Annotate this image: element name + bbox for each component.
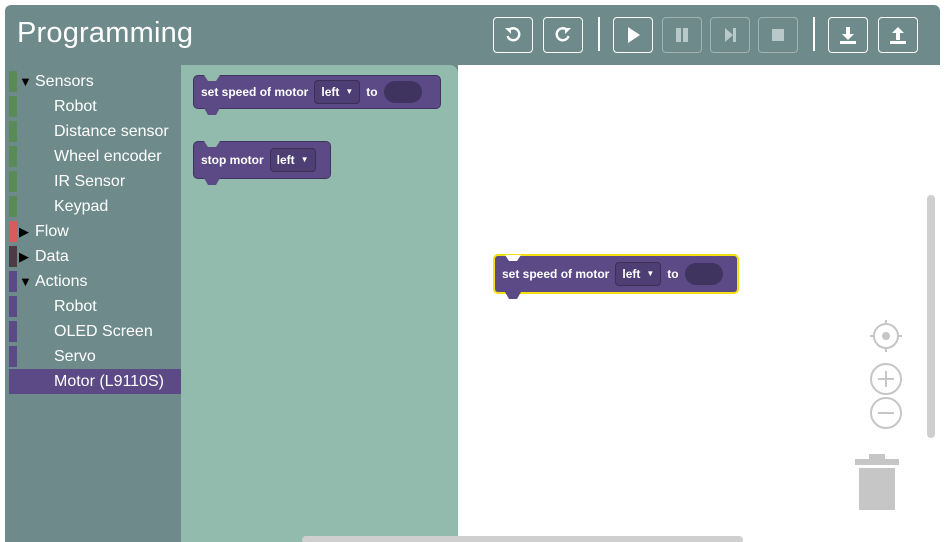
category-color-bar: [9, 196, 17, 217]
expanded-arrow-icon[interactable]: ▼: [19, 269, 32, 294]
undo-button[interactable]: [493, 17, 533, 53]
block-notch: [505, 255, 521, 261]
toolbox-item-label: Robot: [54, 298, 97, 315]
download-button[interactable]: [828, 17, 868, 53]
dropdown-value: left: [622, 267, 641, 281]
toolbox-item-label: IR Sensor: [54, 173, 126, 190]
dropdown-value: left: [276, 153, 295, 167]
step-forward-icon: [725, 28, 736, 42]
toolbox-item-motor-l9110s[interactable]: Motor (L9110S): [9, 369, 181, 394]
run-button[interactable]: [613, 17, 653, 53]
page-title: Programming: [17, 17, 194, 49]
programming-window: Programming ▼ Sensors Robot Distance sensor…: [5, 5, 940, 542]
motor-dropdown[interactable]: left ▼: [314, 80, 361, 104]
toolbox-item-label: Motor (L9110S): [54, 373, 164, 390]
toolbox-item-data[interactable]: ▶ Data: [9, 244, 181, 269]
block-label: stop motor: [201, 153, 264, 167]
stop-button[interactable]: [758, 17, 798, 53]
toolbox-item-label: Robot: [54, 98, 97, 115]
toolbox-item-wheel-encoder[interactable]: Wheel encoder: [9, 144, 181, 169]
dropdown-arrow-icon: ▼: [345, 87, 354, 96]
recenter-icon[interactable]: [869, 319, 903, 353]
workspace-set-speed-block[interactable]: set speed of motor left ▼ to: [493, 254, 739, 299]
toolbox-item-label: Flow: [35, 223, 69, 240]
collapsed-arrow-icon[interactable]: ▶: [19, 219, 29, 244]
toolbox-item-sensors[interactable]: ▼ Sensors: [9, 69, 181, 94]
dropdown-arrow-icon: ▼: [646, 269, 655, 278]
category-color-bar: [9, 71, 17, 92]
block-label: set speed of motor: [502, 267, 610, 281]
block-nub: [204, 108, 220, 115]
speed-input-socket[interactable]: [383, 81, 422, 103]
category-color-bar: [9, 171, 17, 192]
toolbox-item-robot[interactable]: Robot: [9, 94, 181, 119]
category-color-bar: [9, 321, 17, 342]
motor-dropdown[interactable]: left ▼: [615, 262, 662, 286]
toolbox-item-label: Wheel encoder: [54, 148, 162, 165]
category-color-bar: [9, 121, 17, 142]
toolbox-item-flow[interactable]: ▶ Flow: [9, 219, 181, 244]
step-button[interactable]: [710, 17, 750, 53]
block-nub: [204, 178, 220, 185]
toolbox: ▼ Sensors Robot Distance sensor Wheel encode…: [9, 69, 181, 542]
category-color-bar: [9, 346, 17, 367]
pause-icon: [676, 28, 688, 42]
set-speed-block[interactable]: set speed of motor left ▼ to: [193, 75, 441, 115]
block-label: set speed of motor: [201, 85, 309, 99]
block-notch: [204, 75, 220, 81]
category-color-bar: [9, 296, 17, 317]
vertical-scrollbar[interactable]: [927, 195, 935, 438]
category-color-bar: [9, 221, 17, 242]
motor-dropdown[interactable]: left ▼: [269, 148, 316, 172]
download-icon: [840, 27, 856, 44]
toolbox-item-label: Keypad: [54, 198, 109, 215]
horizontal-scrollbar[interactable]: [302, 536, 743, 542]
upload-icon: [890, 27, 906, 44]
block-flyout: set speed of motor left ▼ to stop motor l…: [181, 65, 458, 542]
play-icon: [628, 27, 640, 43]
category-color-bar: [9, 371, 17, 392]
stop-icon: [772, 29, 784, 41]
toolbox-item-servo[interactable]: Servo: [9, 344, 181, 369]
toolbox-item-oled-screen[interactable]: OLED Screen: [9, 319, 181, 344]
trash-icon[interactable]: [855, 454, 899, 510]
toolbox-item-ir-sensor[interactable]: IR Sensor: [9, 169, 181, 194]
dropdown-arrow-icon: ▼: [300, 155, 309, 164]
redo-button[interactable]: [543, 17, 583, 53]
stop-motor-block[interactable]: stop motor left ▼: [193, 141, 331, 185]
block-suffix: to: [366, 85, 378, 99]
category-color-bar: [9, 96, 17, 117]
toolbox-item-label: Servo: [54, 348, 96, 365]
block-suffix: to: [667, 267, 679, 281]
pause-button[interactable]: [662, 17, 702, 53]
undo-icon: [505, 27, 521, 42]
collapsed-arrow-icon[interactable]: ▶: [19, 244, 29, 269]
block-nub: [505, 292, 521, 299]
toolbox-item-label: OLED Screen: [54, 323, 153, 340]
speed-input-socket[interactable]: [684, 263, 723, 285]
toolbox-item-robot[interactable]: Robot: [9, 294, 181, 319]
dropdown-value: left: [321, 85, 340, 99]
toolbox-item-keypad[interactable]: Keypad: [9, 194, 181, 219]
toolbox-item-distance-sensor[interactable]: Distance sensor: [9, 119, 181, 144]
redo-icon: [555, 27, 571, 42]
toolbox-item-label: Sensors: [35, 73, 94, 90]
toolbox-item-label: Distance sensor: [54, 123, 169, 140]
expanded-arrow-icon[interactable]: ▼: [19, 69, 32, 94]
zoom-out-icon[interactable]: [869, 396, 903, 430]
block-notch: [204, 141, 220, 147]
upload-button[interactable]: [878, 17, 918, 53]
toolbar-separator: [598, 17, 600, 51]
category-color-bar: [9, 271, 17, 292]
zoom-in-icon[interactable]: [869, 362, 903, 396]
toolbar-separator: [813, 17, 815, 51]
toolbox-item-label: Data: [35, 248, 69, 265]
toolbox-item-label: Actions: [35, 273, 88, 290]
category-color-bar: [9, 246, 17, 267]
toolbox-item-actions[interactable]: ▼ Actions: [9, 269, 181, 294]
category-color-bar: [9, 146, 17, 167]
